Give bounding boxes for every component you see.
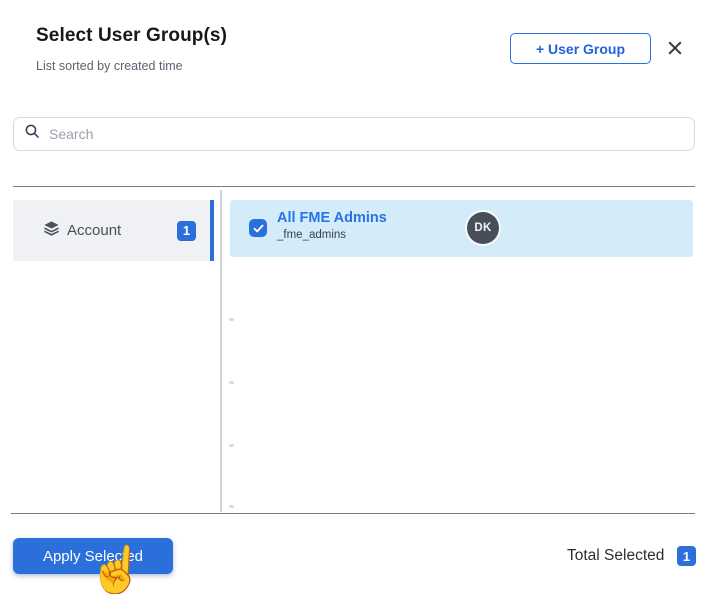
avatar: DK bbox=[467, 212, 499, 244]
sort-hint-text: List sorted by created time bbox=[36, 59, 183, 73]
checkmark-icon bbox=[253, 224, 263, 232]
close-button[interactable] bbox=[662, 36, 688, 62]
add-user-group-label: + User Group bbox=[535, 40, 626, 57]
group-name-link[interactable]: All FME Admins bbox=[277, 210, 387, 226]
page-title: Select User Group(s) bbox=[36, 25, 227, 46]
list-placeholder-dot bbox=[229, 505, 234, 508]
total-selected-label: Total Selected bbox=[567, 547, 665, 564]
apply-selected-button[interactable]: Apply Selected bbox=[13, 538, 173, 574]
layers-icon bbox=[43, 220, 60, 242]
sidebar-item-label: Account bbox=[67, 222, 122, 239]
footer-divider bbox=[11, 513, 695, 514]
search-box bbox=[13, 117, 695, 151]
column-divider bbox=[220, 190, 222, 512]
close-icon bbox=[666, 39, 684, 60]
list-placeholder-dot bbox=[229, 318, 234, 321]
search-input[interactable] bbox=[41, 126, 694, 142]
sidebar-selected-indicator bbox=[210, 200, 214, 261]
sidebar-count-badge: 1 bbox=[177, 220, 196, 241]
header-divider bbox=[13, 186, 695, 187]
select-user-group-dialog: Select User Group(s) List sorted by crea… bbox=[0, 0, 718, 594]
list-placeholder-dot bbox=[229, 444, 234, 447]
group-id-text: _fme_admins bbox=[277, 229, 347, 241]
total-selected-badge: 1 bbox=[677, 546, 696, 566]
user-group-row[interactable]: All FME Admins _fme_admins DK bbox=[230, 200, 693, 257]
search-icon bbox=[24, 123, 41, 145]
list-placeholder-dot bbox=[229, 381, 234, 384]
group-checkbox[interactable] bbox=[249, 219, 267, 237]
sidebar-item-account[interactable]: Account 1 bbox=[13, 200, 210, 261]
add-user-group-button[interactable]: + User Group bbox=[510, 33, 651, 64]
